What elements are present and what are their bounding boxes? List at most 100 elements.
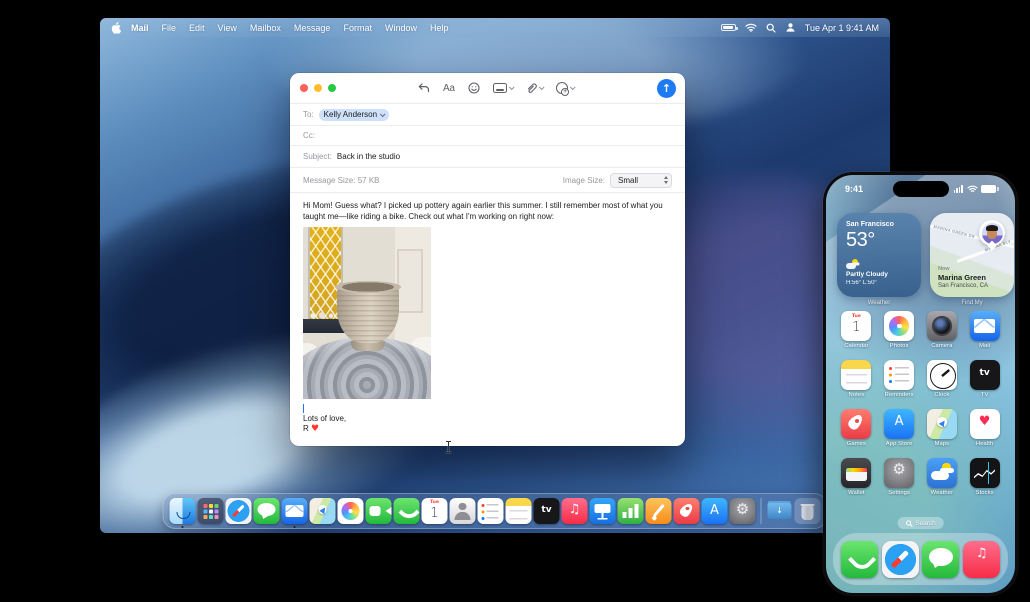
zoom-button[interactable] [328, 84, 336, 92]
dock-item-maps[interactable] [309, 498, 336, 524]
settings-icon[interactable]: ⚙ [729, 498, 756, 524]
message-body[interactable]: Hi Mom! Guess what? I picked up pottery … [290, 192, 685, 453]
emoji-picker-icon[interactable] [468, 82, 480, 94]
music-icon[interactable]: ♫ [963, 540, 1001, 578]
search-pill[interactable]: Search [897, 517, 944, 529]
dock-item-games[interactable] [673, 498, 700, 524]
home-app-reminders[interactable]: Reminders [884, 360, 915, 398]
wallet-icon[interactable] [841, 458, 872, 488]
tv-icon[interactable]: tv [969, 360, 1000, 390]
dock-item-contacts[interactable] [449, 498, 476, 524]
subject-field[interactable]: Subject: Back in the studio [290, 145, 685, 167]
recipient-token[interactable]: Kelly Anderson [318, 108, 390, 121]
undo-icon[interactable] [418, 83, 430, 93]
photo-browser-button[interactable] [492, 83, 515, 93]
spotlight-search-icon[interactable] [766, 23, 776, 33]
finder-icon[interactable] [169, 498, 196, 524]
home-app-settings[interactable]: ⚙ Settings [884, 458, 915, 496]
attachment-button[interactable] [526, 82, 545, 94]
home-app-camera[interactable]: Camera [926, 311, 957, 349]
dock-item-numbers[interactable] [617, 498, 644, 524]
music-icon[interactable]: ♫ [561, 498, 588, 524]
menu-item-mail[interactable]: Mail [131, 23, 149, 33]
dock-item-facetime[interactable] [365, 498, 392, 524]
insert-media-button[interactable] [555, 82, 576, 96]
calendar-icon[interactable]: Tue 1 [841, 311, 872, 341]
wifi-icon[interactable] [745, 23, 757, 32]
menu-item-message[interactable]: Message [294, 23, 331, 33]
contacts-icon[interactable] [449, 498, 476, 524]
appstore-icon[interactable]: A [884, 409, 915, 439]
maps-icon[interactable] [926, 409, 957, 439]
messages-icon[interactable] [922, 540, 960, 578]
home-app-calendar[interactable]: Tue 1 Calendar [841, 311, 872, 349]
games-icon[interactable] [841, 409, 872, 439]
home-app-wallet[interactable]: Wallet [841, 458, 872, 496]
cc-field[interactable]: Cc: [290, 125, 685, 145]
dock-item-mail[interactable] [281, 498, 308, 528]
phone-icon[interactable] [393, 498, 420, 524]
camera-icon[interactable] [926, 311, 957, 341]
dock-item-launchpad[interactable] [197, 498, 224, 524]
dock-item-messages[interactable] [253, 498, 280, 524]
home-app-tv[interactable]: tv TV [969, 360, 1000, 398]
home-app-health[interactable]: ♥ Health [969, 409, 1000, 447]
battery-icon[interactable] [720, 24, 738, 31]
to-field[interactable]: To: Kelly Anderson [290, 103, 685, 125]
pottery-photo[interactable] [303, 227, 431, 399]
home-app-stocks[interactable]: Stocks [969, 458, 1000, 496]
dock-item-keynote[interactable] [589, 498, 616, 524]
reminders-icon[interactable] [884, 360, 915, 390]
maps-icon[interactable] [309, 498, 336, 524]
notes-icon[interactable] [841, 360, 872, 390]
reminders-icon[interactable] [477, 498, 504, 524]
dock-item-calendar[interactable]: Tue 1 [421, 498, 448, 524]
find-my-widget[interactable]: MARINA GREEN DR MARINA BLV Now Marina Gr… [930, 213, 1014, 297]
tv-icon[interactable]: tv [533, 498, 560, 524]
menu-item-view[interactable]: View [218, 23, 237, 33]
calendar-icon[interactable]: Tue 1 [421, 498, 448, 524]
appstore-icon[interactable]: A [701, 498, 728, 524]
minimize-button[interactable] [314, 84, 322, 92]
dock-item-appstore[interactable]: A [701, 498, 728, 524]
safari-icon[interactable] [225, 498, 252, 524]
mail-icon[interactable] [969, 311, 1000, 341]
menu-item-edit[interactable]: Edit [189, 23, 205, 33]
menu-bar-clock[interactable]: Tue Apr 1 9:41 AM [805, 23, 879, 33]
messages-icon[interactable] [253, 498, 280, 524]
dock-item-photos[interactable] [337, 498, 364, 524]
safari-icon[interactable] [881, 540, 919, 578]
clock-icon[interactable] [926, 360, 957, 390]
weather-icon[interactable] [926, 458, 957, 488]
dock-item-music[interactable]: ♫ [561, 498, 588, 524]
photos-icon[interactable] [337, 498, 364, 524]
send-button[interactable]: ↑ [657, 79, 676, 98]
dock-item-notes[interactable] [505, 498, 532, 524]
dock-item-safari[interactable] [225, 498, 252, 524]
phone-icon[interactable] [840, 540, 878, 578]
settings-icon[interactable]: ⚙ [884, 458, 915, 488]
dock-item-downloads[interactable]: ↓ [767, 498, 793, 524]
menu-item-help[interactable]: Help [430, 23, 449, 33]
pages-icon[interactable] [645, 498, 672, 524]
menu-item-mailbox[interactable]: Mailbox [250, 23, 281, 33]
menu-item-file[interactable]: File [162, 23, 177, 33]
trash-icon[interactable] [794, 498, 821, 524]
dock-item-reminders[interactable] [477, 498, 504, 524]
user-switch-icon[interactable] [785, 22, 796, 33]
apple-logo-icon[interactable] [111, 21, 121, 34]
iphone-dock-item-phone[interactable] [840, 540, 878, 578]
stocks-icon[interactable] [969, 458, 1000, 488]
numbers-icon[interactable] [617, 498, 644, 524]
close-button[interactable] [300, 84, 308, 92]
home-app-mail[interactable]: Mail [969, 311, 1000, 349]
facetime-icon[interactable] [365, 498, 392, 524]
games-icon[interactable] [673, 498, 700, 524]
menu-item-window[interactable]: Window [385, 23, 417, 33]
weather-widget[interactable]: San Francisco 53° Partly Cloudy H:56° L:… [837, 213, 921, 297]
home-app-weather[interactable]: Weather [926, 458, 957, 496]
home-app-clock[interactable]: Clock [926, 360, 957, 398]
notes-icon[interactable] [505, 498, 532, 524]
keynote-icon[interactable] [589, 498, 616, 524]
launchpad-icon[interactable] [197, 498, 224, 524]
